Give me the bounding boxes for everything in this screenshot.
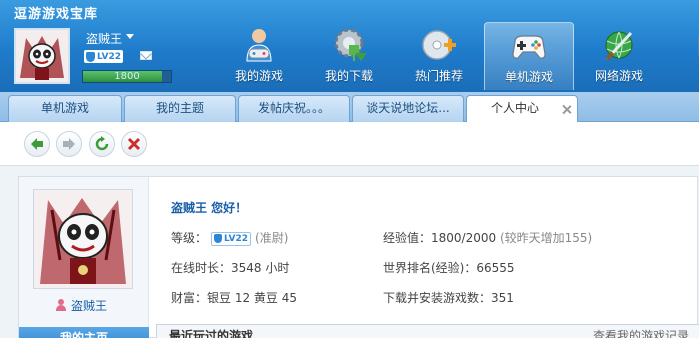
refresh-icon xyxy=(95,136,109,151)
level-title: (准尉) xyxy=(255,231,289,245)
online-value: 3548 小时 xyxy=(231,261,290,275)
panda-avatar-icon xyxy=(16,30,68,82)
wealth-row: 财富：银豆 12 黄豆 45 xyxy=(171,289,297,306)
browser-toolbar xyxy=(0,122,699,166)
gamepad-icon xyxy=(509,26,549,66)
level-row: 等级： LV22 (准尉) xyxy=(171,229,288,246)
recent-games-title: 最近玩过的游戏 xyxy=(169,329,254,338)
greeting: 盗贼王 您好！ xyxy=(171,201,248,215)
avatar[interactable] xyxy=(14,28,70,84)
exp-value: 1800/2000 xyxy=(431,231,497,245)
back-button[interactable] xyxy=(24,131,50,157)
chevron-down-icon[interactable] xyxy=(126,34,134,39)
rank-value: 66555 xyxy=(476,261,515,275)
experience-value: 1800 xyxy=(114,71,140,82)
tab-label: 个人中心 xyxy=(490,101,539,115)
wealth-label: 财富： xyxy=(171,291,208,305)
profile-name: 盗贼王 xyxy=(71,299,108,313)
exp-row: 经验值：1800/2000 (较昨天增加155) xyxy=(383,229,592,246)
nav-label: 我的游戏 xyxy=(234,69,283,83)
avatar-large[interactable] xyxy=(33,189,133,289)
app-title: 逗游游戏宝库 xyxy=(14,7,99,22)
nav-label: 网络游戏 xyxy=(594,69,643,83)
exp-note: (较昨天增加155) xyxy=(499,231,593,245)
nav-my-downloads[interactable]: 我的下载 xyxy=(304,22,394,90)
profile-panel: 盗贼王 我的主页 盗贼王 您好！ 等级： LV22 (准尉) 在线时长：3548 小… xyxy=(18,176,698,338)
experience-bar: 1800 xyxy=(82,70,172,83)
disc-plus-icon xyxy=(419,25,459,65)
shield-icon xyxy=(86,51,95,62)
refresh-button[interactable] xyxy=(89,131,115,157)
nav-single-player[interactable]: 单机游戏 xyxy=(484,22,574,90)
level-text: LV22 xyxy=(224,233,249,244)
rank-row: 世界排名(经验)：66555 xyxy=(383,259,515,276)
tab-single-player[interactable]: 单机游戏 xyxy=(8,95,122,122)
downloads-label: 下载并安装游戏数： xyxy=(383,291,492,305)
wealth-value: 银豆 12 黄豆 45 xyxy=(207,291,297,305)
profile-sidebar: 盗贼王 我的主页 xyxy=(19,177,149,338)
panda-avatar-icon xyxy=(34,190,132,288)
page-content: 盗贼王 我的主页 盗贼王 您好！ 等级： LV22 (准尉) 在线时长：3548 小… xyxy=(0,166,699,338)
nav-label: 单机游戏 xyxy=(504,70,553,84)
level-badge: LV22 xyxy=(84,50,123,63)
stop-button[interactable] xyxy=(121,131,147,157)
exp-label: 经验值： xyxy=(383,231,432,245)
tab-bar: 单机游戏 我的主题 发帖庆祝。。。 谈天说地论坛... 个人中心 xyxy=(0,92,699,123)
recent-games-panel: 最近玩过的游戏 查看我的游戏记录 xyxy=(156,324,699,338)
stop-x-icon xyxy=(127,137,141,151)
view-game-history-link[interactable]: 查看我的游戏记录 xyxy=(593,327,689,338)
globe-sword-icon xyxy=(599,25,639,65)
nav-online-games[interactable]: 网络游戏 xyxy=(574,22,664,90)
downloads-value: 351 xyxy=(491,291,514,305)
profile-name-link[interactable]: 盗贼王 xyxy=(55,297,107,314)
mail-icon[interactable] xyxy=(140,51,152,60)
online-row: 在线时长：3548 小时 xyxy=(171,259,289,276)
online-label: 在线时长： xyxy=(171,261,232,275)
rank-label: 世界排名(经验)： xyxy=(383,261,477,275)
forward-arrow-icon xyxy=(63,138,75,150)
nav-my-games[interactable]: 我的游戏 xyxy=(214,22,304,90)
tab-personal-center[interactable]: 个人中心 xyxy=(466,95,578,123)
app-header: 逗游游戏宝库 盗贼王 LV22 1800 我的游戏 我的下载 热门推荐 单机游戏… xyxy=(0,0,699,92)
downloads-row: 下载并安装游戏数：351 xyxy=(383,289,514,306)
more-icon xyxy=(689,25,699,65)
person-gamepad-icon xyxy=(239,25,279,65)
tab-forum[interactable]: 谈天说地论坛... xyxy=(352,95,464,122)
forward-button[interactable] xyxy=(56,131,82,157)
tab-my-topics[interactable]: 我的主题 xyxy=(124,95,236,122)
level-badge: LV22 xyxy=(211,231,252,246)
nav-label: 我的下载 xyxy=(324,69,373,83)
nav-label: 热门推荐 xyxy=(414,69,463,83)
tab-celebration-post[interactable]: 发帖庆祝。。。 xyxy=(238,95,350,122)
shield-icon xyxy=(214,234,223,243)
level-text: LV22 xyxy=(97,51,121,62)
username[interactable]: 盗贼王 xyxy=(86,30,122,47)
gear-download-icon xyxy=(329,25,369,65)
nav-more[interactable]: 网 xyxy=(664,22,699,90)
level-label: 等级： xyxy=(171,231,208,245)
user-icon xyxy=(55,299,67,312)
back-arrow-icon xyxy=(31,138,43,150)
close-icon[interactable] xyxy=(562,105,571,114)
nav-hot-picks[interactable]: 热门推荐 xyxy=(394,22,484,90)
my-home-tab[interactable]: 我的主页 xyxy=(19,327,149,338)
main-nav: 我的游戏 我的下载 热门推荐 单机游戏 网络游戏 xyxy=(214,22,699,90)
nav-label: 网 xyxy=(664,67,699,84)
